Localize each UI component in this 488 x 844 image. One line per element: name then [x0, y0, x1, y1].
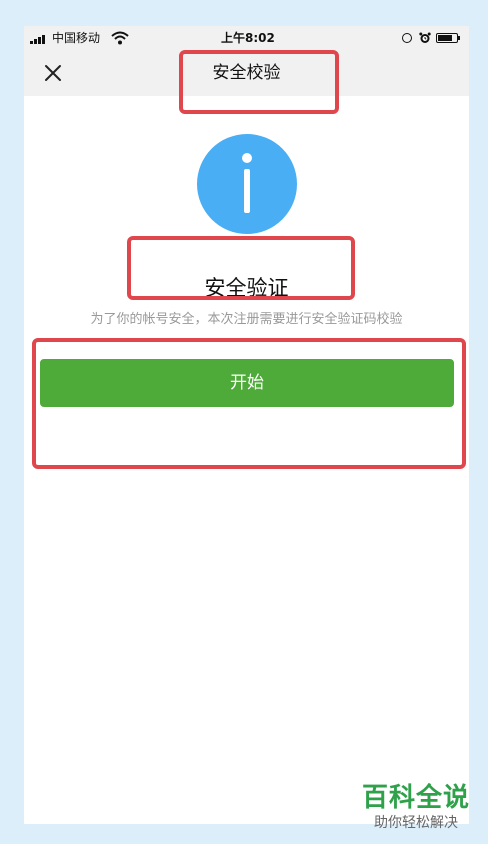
annotation-box-button [32, 338, 466, 469]
rotation-lock-icon [402, 33, 412, 43]
alarm-icon [419, 32, 431, 43]
status-time: 上午8:02 [221, 31, 275, 45]
watermark-logo: 百科全说 助你轻松解决 [356, 782, 476, 836]
signal-icon [30, 35, 46, 44]
wifi-icon [111, 31, 129, 45]
watermark-subtitle: 助你轻松解决 [374, 815, 458, 831]
status-bar: 中国移动 上午8:02 [24, 26, 469, 50]
info-icon [197, 134, 297, 234]
battery-level [438, 35, 453, 41]
watermark-title: 百科全说 [361, 783, 470, 813]
phone-screen: 中国移动 上午8:02 安全校验 安全验证 为了你的帐号安全，本次注册需要进行安… [24, 26, 469, 824]
battery-icon [436, 33, 460, 43]
carrier-name: 中国移动 [52, 31, 101, 45]
annotation-box-title [179, 50, 339, 114]
annotation-box-heading [127, 236, 355, 300]
verify-description: 为了你的帐号安全，本次注册需要进行安全验证码校验 [90, 312, 403, 327]
